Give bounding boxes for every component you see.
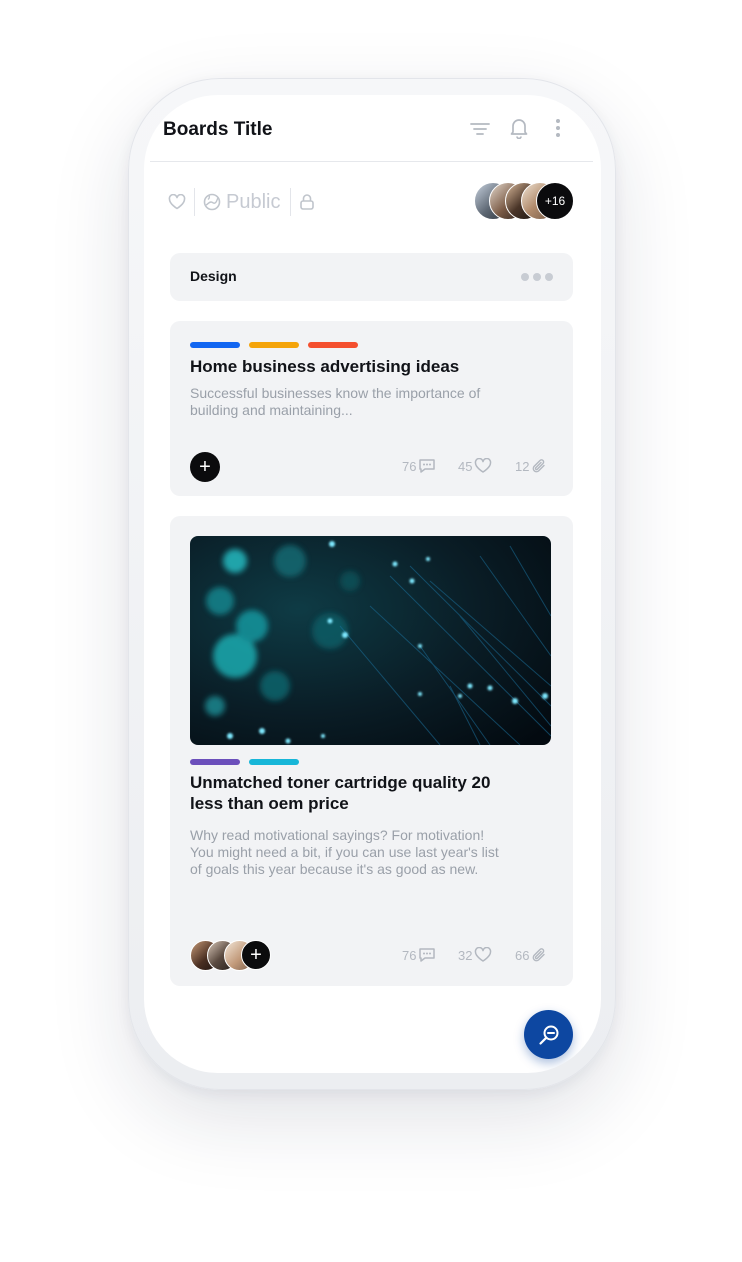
more-vertical-icon[interactable] bbox=[547, 117, 569, 139]
lock-icon[interactable] bbox=[299, 193, 315, 211]
tag-bar bbox=[249, 342, 299, 348]
attachments-count[interactable]: 66 bbox=[515, 947, 547, 963]
task-card[interactable]: Unmatched toner cartridge quality 20 les… bbox=[170, 516, 573, 986]
comment-icon bbox=[418, 947, 436, 963]
card-title: Unmatched toner cartridge quality 20 les… bbox=[190, 773, 491, 813]
tag-bar bbox=[190, 342, 240, 348]
search-icon bbox=[538, 1024, 560, 1046]
comments-count[interactable]: 76 bbox=[402, 458, 436, 474]
visibility-label[interactable]: Public bbox=[226, 191, 280, 214]
filter-icon[interactable] bbox=[469, 118, 491, 140]
members-more-badge[interactable]: +16 bbox=[536, 182, 574, 220]
add-button[interactable]: + bbox=[190, 452, 220, 482]
meta-divider bbox=[194, 188, 195, 216]
paperclip-icon bbox=[531, 458, 547, 474]
task-card[interactable]: Home business advertising ideas Successf… bbox=[170, 321, 573, 496]
more-horizontal-icon[interactable] bbox=[521, 273, 553, 281]
card-assignees[interactable]: + bbox=[190, 940, 280, 972]
likes-value: 45 bbox=[458, 458, 473, 474]
tag-bar bbox=[249, 759, 299, 765]
comments-count[interactable]: 76 bbox=[402, 947, 436, 963]
heart-icon bbox=[474, 947, 492, 963]
card-description: Successful businesses know the importanc… bbox=[190, 385, 481, 418]
likes-count[interactable]: 45 bbox=[458, 458, 492, 474]
app-screen: Boards Title Public +16 Design Home busi… bbox=[144, 95, 601, 1073]
page-title: Boards Title bbox=[163, 119, 273, 140]
attachments-value: 66 bbox=[515, 947, 530, 963]
search-fab-button[interactable] bbox=[524, 1010, 573, 1059]
comments-value: 76 bbox=[402, 947, 417, 963]
card-description: Why read motivational sayings? For motiv… bbox=[190, 827, 499, 877]
tag-bar bbox=[308, 342, 358, 348]
add-assignee-button[interactable]: + bbox=[241, 940, 271, 970]
card-cover-image bbox=[190, 536, 551, 745]
section-header: Design bbox=[170, 253, 573, 301]
comments-value: 76 bbox=[402, 458, 417, 474]
header-divider bbox=[150, 161, 593, 162]
attachments-count[interactable]: 12 bbox=[515, 458, 547, 474]
globe-icon bbox=[203, 193, 221, 211]
paperclip-icon bbox=[531, 947, 547, 963]
heart-icon[interactable] bbox=[168, 194, 186, 210]
heart-icon bbox=[474, 458, 492, 474]
comment-icon bbox=[418, 458, 436, 474]
board-meta-row: Public bbox=[168, 185, 315, 219]
likes-value: 32 bbox=[458, 947, 473, 963]
tag-bar bbox=[190, 759, 240, 765]
attachments-value: 12 bbox=[515, 458, 530, 474]
likes-count[interactable]: 32 bbox=[458, 947, 492, 963]
bell-icon[interactable] bbox=[508, 117, 530, 139]
meta-divider bbox=[290, 188, 292, 216]
board-members[interactable]: +16 bbox=[474, 182, 574, 220]
card-title: Home business advertising ideas bbox=[190, 357, 460, 376]
section-label: Design bbox=[190, 268, 237, 284]
